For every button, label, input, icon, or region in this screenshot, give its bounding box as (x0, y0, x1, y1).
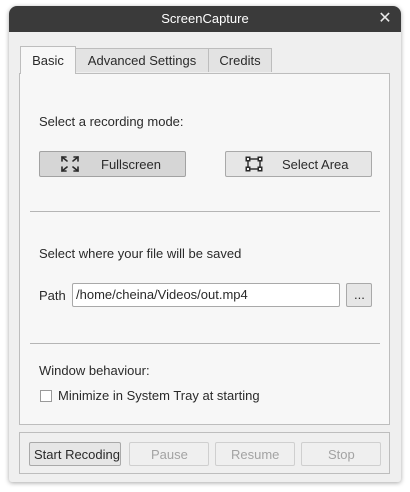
select-area-label: Select Area (282, 157, 349, 172)
select-area-icon (244, 155, 264, 173)
resume-label: Resume (231, 447, 280, 462)
select-area-button[interactable]: Select Area (225, 151, 372, 177)
path-label: Path (39, 288, 66, 303)
pause-button[interactable]: Pause (129, 442, 209, 466)
close-icon[interactable]: ✕ (377, 6, 393, 32)
save-location-heading: Select where your file will be saved (39, 246, 242, 261)
basic-tab-panel: Select a recording mode: Fullscreen Sele… (19, 73, 390, 425)
start-recording-label: Start Recoding (34, 447, 120, 462)
browse-button[interactable]: ... (346, 283, 372, 307)
section-divider (30, 343, 380, 344)
stop-label: Stop (328, 447, 355, 462)
app-window: ScreenCapture ✕ Basic Advanced Settings … (9, 6, 401, 482)
title-bar: ScreenCapture ✕ (9, 6, 401, 32)
tab-basic[interactable]: Basic (20, 46, 76, 74)
fullscreen-icon (60, 155, 80, 173)
tab-advanced-settings[interactable]: Advanced Settings (75, 48, 209, 72)
path-input[interactable]: /home/cheina/Videos/out.mp4 (72, 283, 340, 307)
stop-button[interactable]: Stop (301, 442, 381, 466)
recording-mode-heading: Select a recording mode: (39, 114, 184, 129)
resume-button[interactable]: Resume (215, 442, 295, 466)
section-divider (30, 211, 380, 212)
tab-credits[interactable]: Credits (208, 48, 272, 72)
fullscreen-button[interactable]: Fullscreen (39, 151, 186, 177)
minimize-tray-checkbox[interactable] (40, 390, 52, 402)
minimize-tray-label[interactable]: Minimize in System Tray at starting (58, 388, 260, 403)
start-recording-button[interactable]: Start Recoding (29, 442, 121, 466)
browse-label: ... (354, 287, 365, 302)
pause-label: Pause (151, 447, 188, 462)
window-behaviour-heading: Window behaviour: (39, 363, 150, 378)
fullscreen-label: Fullscreen (101, 157, 161, 172)
recording-controls: Start Recoding Pause Resume Stop (19, 432, 390, 474)
window-title: ScreenCapture (161, 11, 249, 26)
